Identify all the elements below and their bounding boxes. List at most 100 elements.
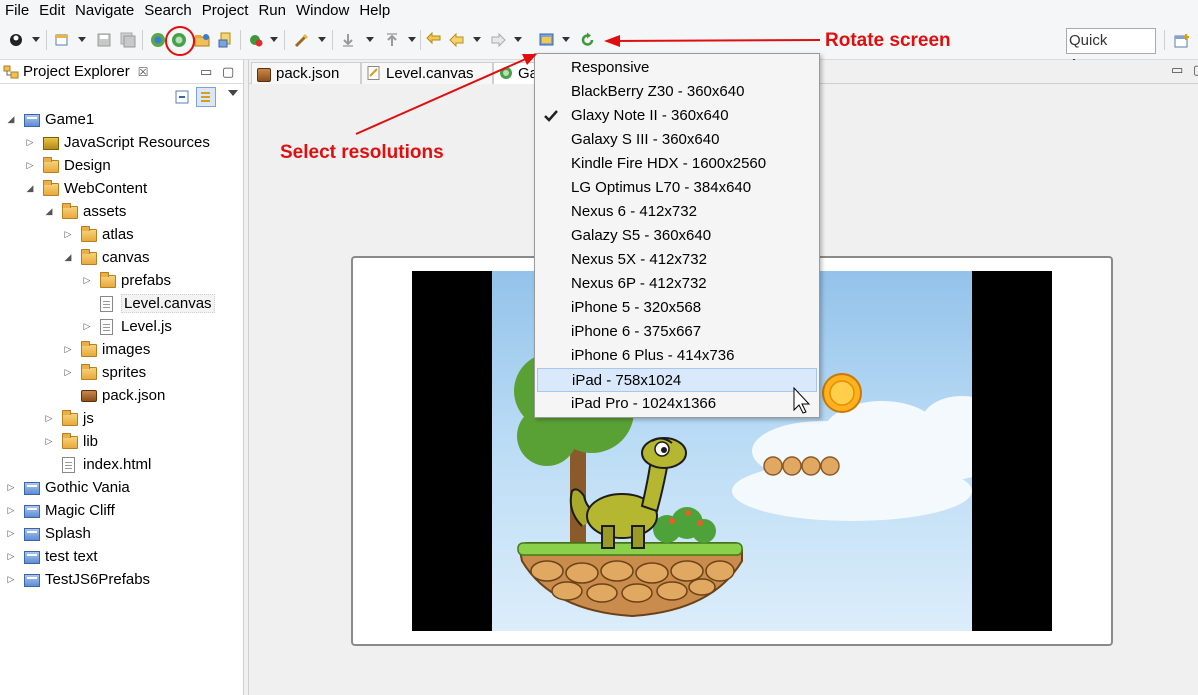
collapsed-arrow-icon[interactable]: ▷ [82, 321, 92, 332]
collapsed-arrow-icon[interactable]: ▷ [63, 367, 73, 378]
resolution-option[interactable]: iPhone 5 - 320x568 [535, 296, 819, 320]
collapsed-arrow-icon[interactable]: ▷ [6, 551, 16, 562]
resolution-option[interactable]: iPad - 758x1024 [537, 368, 817, 392]
save-all-icon[interactable] [120, 32, 136, 48]
resolution-option[interactable]: iPad Pro - 1024x1366 [535, 392, 819, 416]
tree-item[interactable]: ▷ Gothic Vania [0, 476, 244, 499]
run-config-icon[interactable] [8, 32, 24, 48]
collapsed-arrow-icon[interactable]: ▷ [6, 482, 16, 493]
resolution-option[interactable]: Galazy S5 - 360x640 [535, 224, 819, 248]
minimize-icon[interactable]: ▭ [200, 64, 212, 80]
tree-item[interactable]: ▷ sprites [0, 361, 244, 384]
collapsed-arrow-icon[interactable]: ▷ [63, 344, 73, 355]
resolution-option[interactable]: LG Optimus L70 - 384x640 [535, 176, 819, 200]
tree-item[interactable]: ▷ Design [0, 154, 244, 177]
new-dropdown[interactable] [78, 37, 86, 42]
menu-edit[interactable]: Edit [34, 0, 70, 22]
next-annotation-dropdown[interactable] [366, 37, 374, 42]
expanded-arrow-icon[interactable]: ◢ [25, 183, 35, 194]
menu-run[interactable]: Run [253, 0, 291, 22]
tree-item[interactable]: ▷ Level.js [0, 315, 244, 338]
back-icon[interactable] [449, 32, 465, 48]
collapsed-arrow-icon[interactable]: ▷ [25, 160, 35, 171]
resolution-option[interactable]: Kindle Fire HDX - 1600x2560 [535, 152, 819, 176]
resolution-option[interactable]: Responsive [535, 56, 819, 80]
debug-dropdown[interactable] [270, 37, 278, 42]
prev-annotation-icon[interactable] [384, 32, 400, 48]
tree-item[interactable]: ◢ WebContent [0, 177, 244, 200]
maximize-icon[interactable]: ▢ [1193, 62, 1198, 78]
close-icon[interactable]: ☒ [138, 65, 149, 79]
new-icon[interactable] [54, 32, 70, 48]
wand-icon[interactable] [294, 32, 310, 48]
tree-item[interactable]: ◢ canvas [0, 246, 244, 269]
view-menu-icon[interactable] [228, 90, 238, 96]
quick-access-input[interactable]: Quick Access [1066, 28, 1156, 73]
collapsed-arrow-icon[interactable]: ▷ [6, 528, 16, 539]
tab-pack-json[interactable]: pack.json [251, 62, 361, 84]
collapsed-arrow-icon[interactable]: ▷ [44, 436, 54, 447]
tree-item[interactable]: ▷ TestJS6Prefabs [0, 568, 244, 591]
tree-item[interactable]: Level.canvas [0, 292, 244, 315]
back-dropdown[interactable] [473, 37, 481, 42]
tab-project-explorer[interactable]: Project Explorer ☒ [0, 60, 148, 84]
collapsed-arrow-icon[interactable]: ▷ [25, 137, 35, 148]
expanded-arrow-icon[interactable]: ◢ [63, 252, 73, 263]
resolution-option[interactable]: Galaxy S III - 360x640 [535, 128, 819, 152]
forward-dropdown[interactable] [514, 37, 522, 42]
run-config-dropdown[interactable] [32, 37, 40, 42]
tree-item[interactable]: index.html [0, 453, 244, 476]
menu-file[interactable]: File [0, 0, 34, 22]
menu-window[interactable]: Window [291, 0, 354, 22]
expanded-arrow-icon[interactable]: ◢ [6, 114, 16, 125]
rotate-icon[interactable] [580, 32, 596, 48]
resolution-option[interactable]: BlackBerry Z30 - 360x640 [535, 80, 819, 104]
tree-item[interactable]: ▷ test text [0, 545, 244, 568]
tree-item[interactable]: ▷ prefabs [0, 269, 244, 292]
tree-item[interactable]: ▷ lib [0, 430, 244, 453]
open-type-icon[interactable] [218, 32, 234, 48]
game-preview-icon[interactable] [171, 32, 187, 48]
tree-item[interactable]: ◢ assets [0, 200, 244, 223]
resolution-option[interactable]: iPhone 6 - 375x667 [535, 320, 819, 344]
resolution-option[interactable]: Nexus 6 - 412x732 [535, 200, 819, 224]
minimize-icon[interactable]: ▭ [1171, 62, 1183, 78]
last-edit-icon[interactable] [426, 32, 442, 48]
open-perspective-icon[interactable] [1174, 33, 1190, 49]
menu-project[interactable]: Project [197, 0, 254, 22]
next-annotation-icon[interactable] [340, 32, 356, 48]
collapsed-arrow-icon[interactable]: ▷ [63, 229, 73, 240]
resolution-dropdown[interactable] [562, 37, 570, 42]
menu-search[interactable]: Search [139, 0, 197, 22]
globe-icon[interactable] [150, 32, 166, 48]
resolution-option[interactable]: Nexus 6P - 412x732 [535, 272, 819, 296]
collapsed-arrow-icon[interactable]: ▷ [44, 413, 54, 424]
collapse-all-icon[interactable] [174, 89, 190, 105]
save-icon[interactable] [96, 32, 112, 48]
tab-level-canvas[interactable]: Level.canvas [361, 62, 493, 84]
maximize-icon[interactable]: ▢ [222, 64, 234, 80]
debug-icon[interactable] [248, 32, 264, 48]
tree-item[interactable]: ▷ images [0, 338, 244, 361]
tree-item[interactable]: ▷ Magic Cliff [0, 499, 244, 522]
menu-navigate[interactable]: Navigate [70, 0, 139, 22]
open-folder-icon[interactable] [194, 32, 210, 48]
tree-item[interactable]: ▷ atlas [0, 223, 244, 246]
wand-dropdown[interactable] [318, 37, 326, 42]
resolution-option[interactable]: Nexus 5X - 412x732 [535, 248, 819, 272]
collapsed-arrow-icon[interactable]: ▷ [6, 505, 16, 516]
resolution-option[interactable]: Glaxy Note II - 360x640 [535, 104, 819, 128]
collapsed-arrow-icon[interactable]: ▷ [82, 275, 92, 286]
tree-item[interactable]: ◢ Game1 [0, 108, 244, 131]
tree-item[interactable]: ▷ JavaScript Resources [0, 131, 244, 154]
forward-icon[interactable] [490, 32, 506, 48]
tree-item[interactable]: pack.json [0, 384, 244, 407]
tree-item[interactable]: ▷ js [0, 407, 244, 430]
resolution-option[interactable]: iPhone 6 Plus - 414x736 [535, 344, 819, 368]
collapsed-arrow-icon[interactable]: ▷ [6, 574, 16, 585]
link-editor-icon[interactable] [196, 87, 216, 107]
resolution-icon[interactable] [539, 32, 555, 48]
menu-help[interactable]: Help [354, 0, 395, 22]
expanded-arrow-icon[interactable]: ◢ [44, 206, 54, 217]
prev-annotation-dropdown[interactable] [408, 37, 416, 42]
